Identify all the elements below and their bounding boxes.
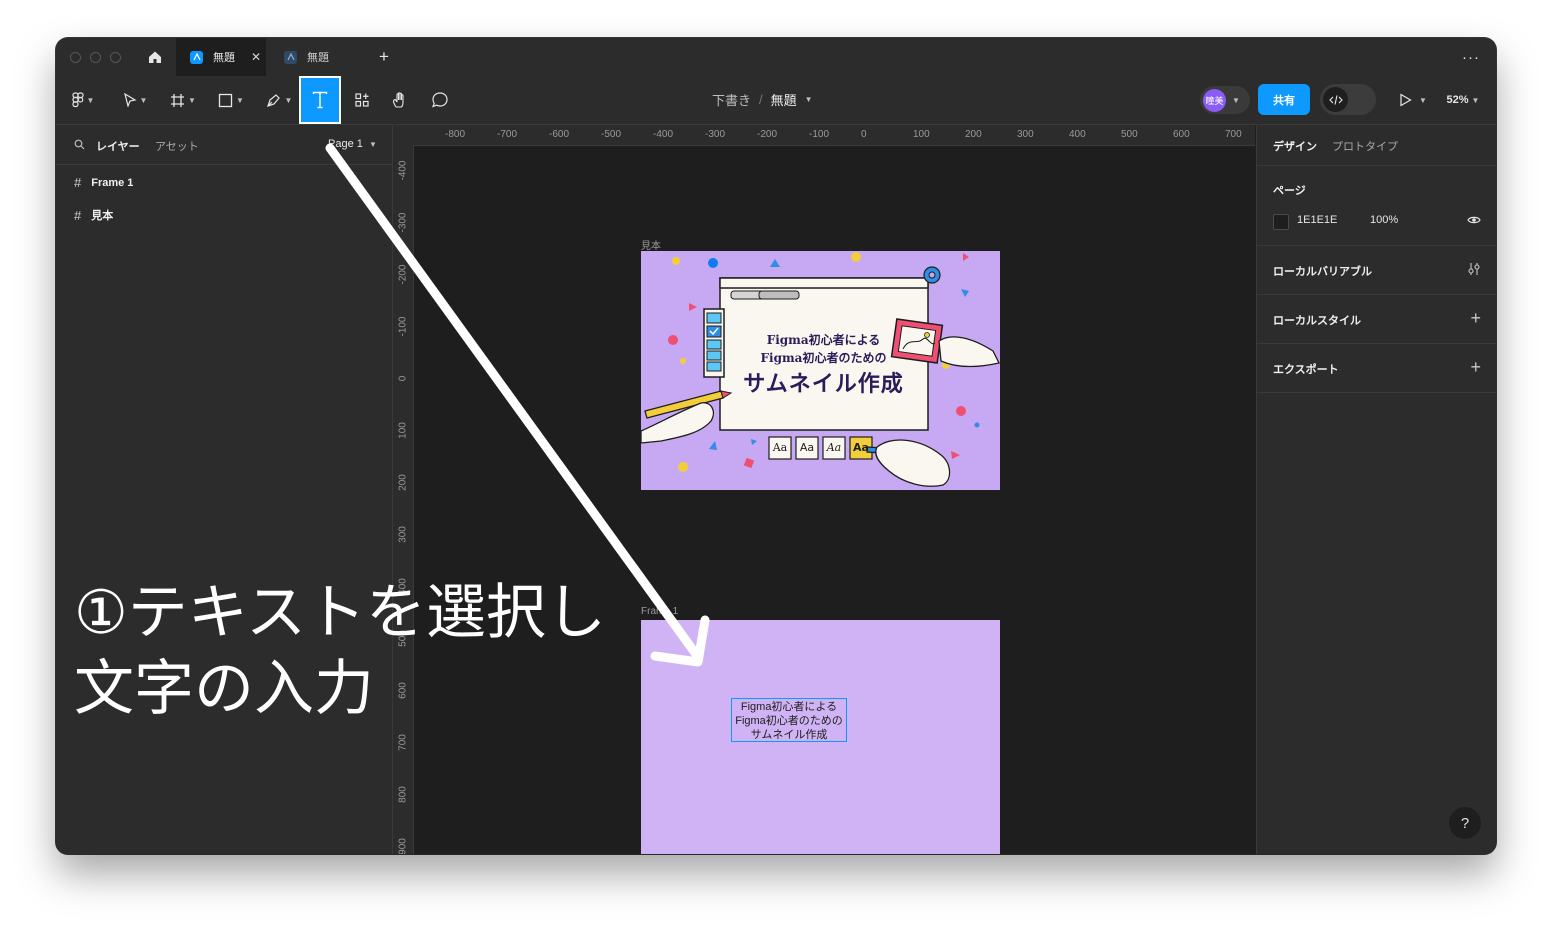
annotation-text: ①テキストを選択し 文字の入力 (74, 575, 606, 727)
annotation-line-2: 文字の入力 (74, 654, 374, 724)
tutorial-arrow (325, 143, 710, 667)
annotation-line-1: ①テキストを選択し (74, 578, 606, 648)
